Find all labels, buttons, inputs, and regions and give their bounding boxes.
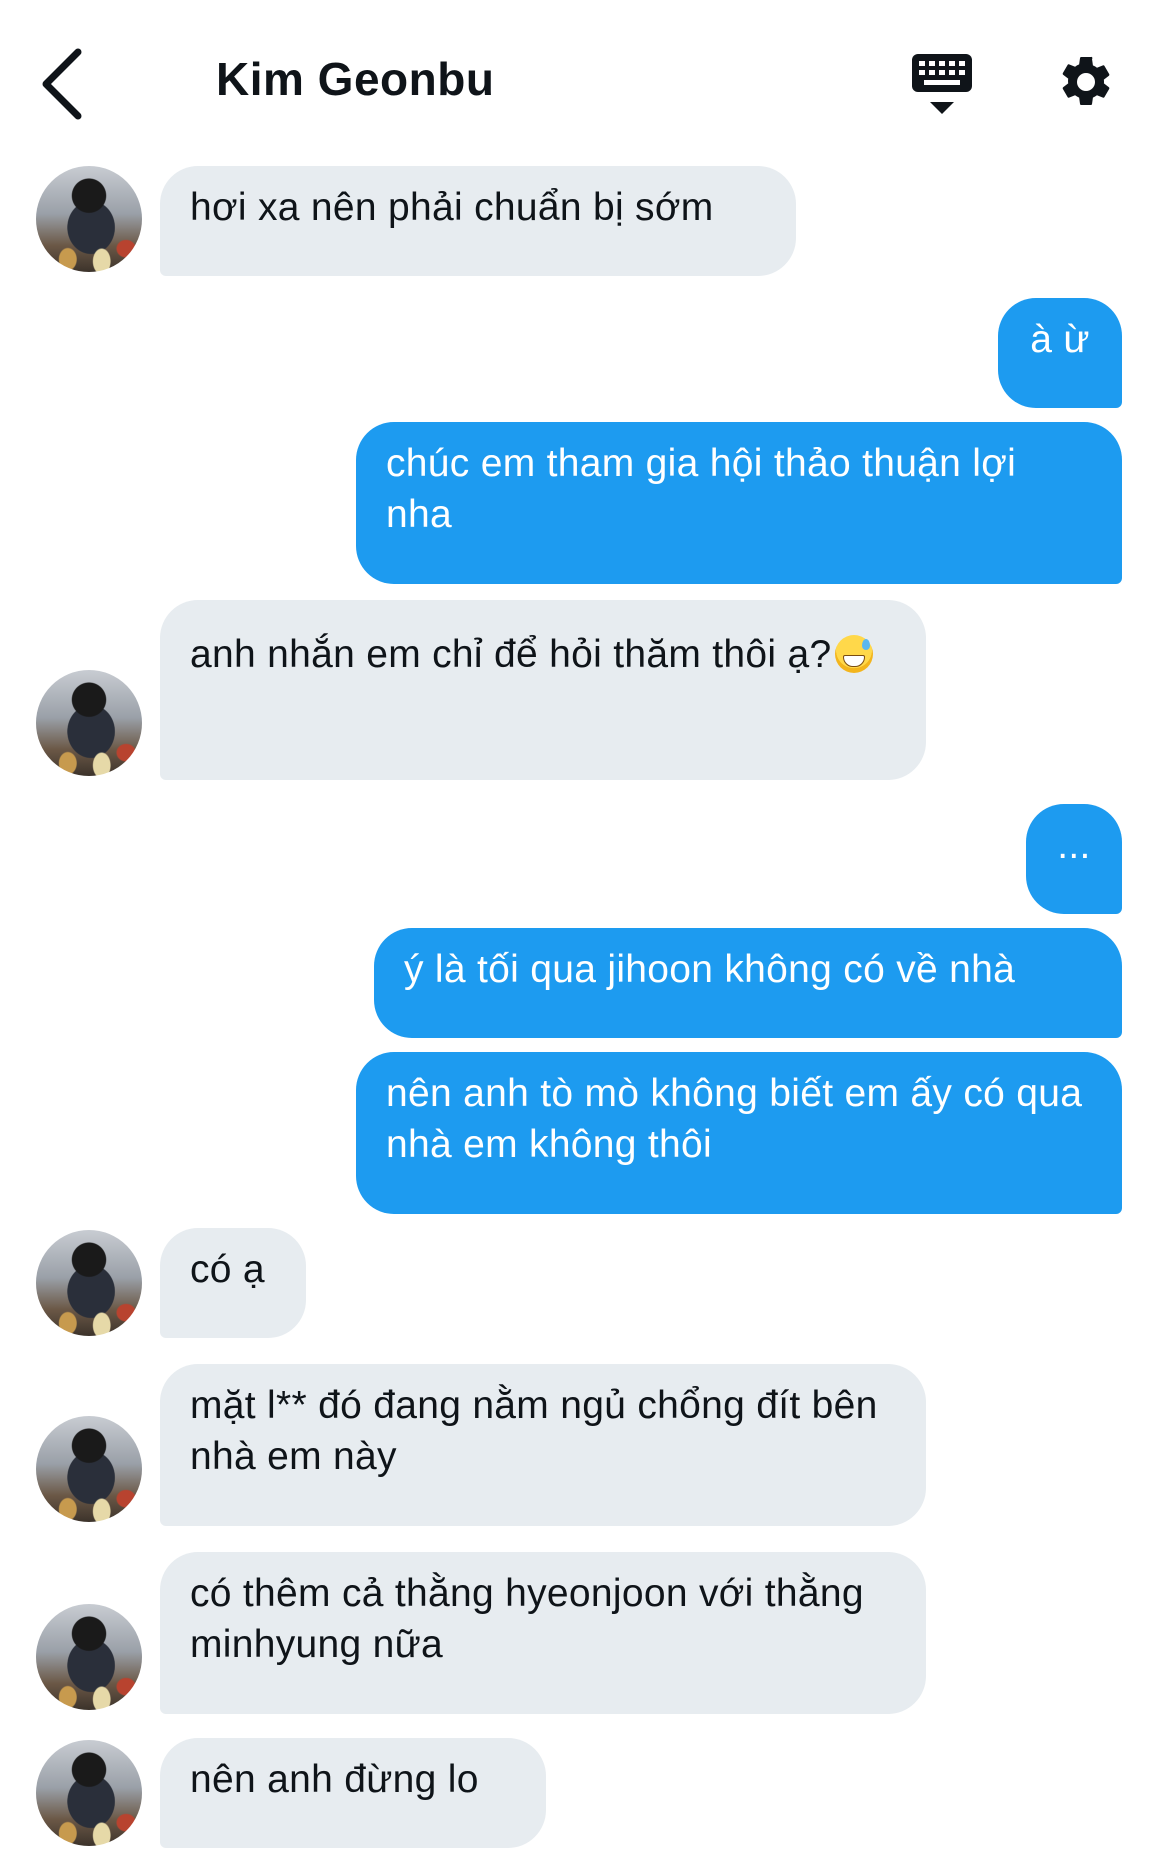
- message-text: nên anh đừng lo: [190, 1758, 479, 1801]
- message-bubble-outgoing[interactable]: à ừ: [998, 298, 1122, 408]
- message-bubble-incoming[interactable]: mặt l** đó đang nằm ngủ chổng đít bên nh…: [160, 1364, 926, 1526]
- message-bubble-outgoing[interactable]: chúc em tham gia hội thảo thuận lợi nha: [356, 422, 1122, 584]
- chevron-left-icon: [42, 48, 82, 120]
- avatar[interactable]: [36, 1230, 142, 1336]
- settings-button[interactable]: [1056, 52, 1116, 112]
- message-bubble-incoming[interactable]: nên anh đừng lo: [160, 1738, 546, 1848]
- avatar[interactable]: [36, 166, 142, 272]
- message-text: ý là tối qua jihoon không có về nhà: [404, 948, 1016, 991]
- message-text: nên anh tò mò không biết em ấy có qua nh…: [386, 1072, 1083, 1166]
- avatar[interactable]: [36, 670, 142, 776]
- message-text: à ừ: [1030, 318, 1090, 361]
- message-bubble-incoming[interactable]: có ạ: [160, 1228, 306, 1338]
- message-bubble-incoming[interactable]: có thêm cả thằng hyeonjoon với thằng min…: [160, 1552, 926, 1714]
- message-text: có ạ: [190, 1248, 265, 1291]
- message-bubble-incoming[interactable]: hơi xa nên phải chuẩn bị sớm: [160, 166, 796, 276]
- message-bubble-outgoing[interactable]: ý là tối qua jihoon không có về nhà: [374, 928, 1122, 1038]
- message-bubble-incoming[interactable]: anh nhắn em chỉ để hỏi thăm thôi ạ?: [160, 600, 926, 780]
- message-text: hơi xa nên phải chuẩn bị sớm: [190, 186, 714, 229]
- message-bubble-outgoing[interactable]: ...: [1026, 804, 1122, 914]
- back-button[interactable]: [38, 48, 92, 120]
- sweat-smile-emoji-icon: [835, 635, 874, 673]
- message-bubble-outgoing[interactable]: nên anh tò mò không biết em ấy có qua nh…: [356, 1052, 1122, 1214]
- conversation-title: Kim Geonbu: [216, 53, 495, 105]
- message-text: ...: [1057, 824, 1091, 867]
- message-text: anh nhắn em chỉ để hỏi thăm thôi ạ?: [190, 633, 832, 676]
- avatar[interactable]: [36, 1740, 142, 1846]
- message-text: có thêm cả thằng hyeonjoon với thằng min…: [190, 1572, 864, 1666]
- keyboard-button[interactable]: [910, 52, 974, 118]
- gear-icon: [1062, 56, 1110, 105]
- avatar[interactable]: [36, 1416, 142, 1522]
- message-text: mặt l** đó đang nằm ngủ chổng đít bên nh…: [190, 1384, 878, 1478]
- chat-header: Kim Geonbu: [0, 0, 1170, 160]
- keyboard-icon: [912, 54, 972, 114]
- avatar[interactable]: [36, 1604, 142, 1710]
- message-text: chúc em tham gia hội thảo thuận lợi nha: [386, 442, 1017, 536]
